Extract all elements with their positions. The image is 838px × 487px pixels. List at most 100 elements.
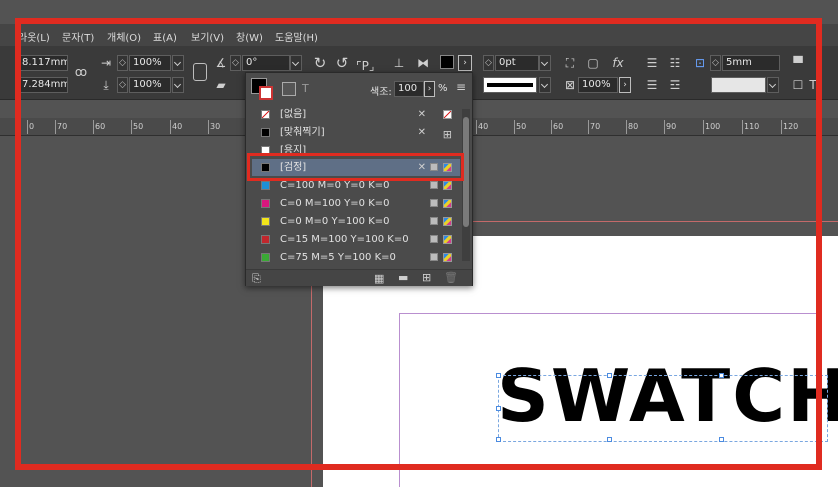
scale-x-stepper[interactable]: ◇ bbox=[117, 55, 128, 71]
menu-table[interactable]: 표(A) bbox=[153, 29, 177, 44]
frame-handle[interactable] bbox=[607, 437, 612, 442]
opacity-field[interactable]: 100% bbox=[578, 77, 618, 93]
stroke-weight-field[interactable]: 0pt bbox=[495, 55, 539, 71]
style-picker[interactable] bbox=[711, 77, 766, 93]
y-position-field[interactable]: 7.284mm bbox=[18, 77, 68, 93]
non-editable-icon: ✕ bbox=[417, 162, 426, 173]
swatches-panel: T 색조: 100 › % ≡ [없음] ✕ [맞춰찍기] ✕ ⊞ [용지] [… bbox=[245, 72, 473, 286]
swatch-row-none[interactable]: [없음] ✕ bbox=[252, 106, 460, 123]
effects-icon[interactable]: fx bbox=[610, 55, 626, 71]
menu-bar: 라옷(L) 문자(T) 개체(O) 표(A) 보기(V) 창(W) 도움말(H) bbox=[0, 24, 838, 46]
style-dropdown[interactable] bbox=[767, 77, 779, 93]
fill-color-swatch[interactable] bbox=[440, 55, 454, 69]
gap-field[interactable]: 5mm bbox=[722, 55, 780, 71]
cmyk-mode-icon bbox=[443, 217, 452, 226]
stroke-type-dropdown[interactable] bbox=[539, 77, 551, 93]
indesign-window: 라옷(L) 문자(T) 개체(O) 표(A) 보기(V) 창(W) 도움말(H)… bbox=[0, 0, 838, 487]
swatches-scrollbar[interactable] bbox=[462, 109, 470, 261]
opacity-arrow-button[interactable]: › bbox=[619, 77, 631, 93]
formatting-text-icon[interactable]: T bbox=[302, 82, 309, 95]
ruler-tick: 40 bbox=[478, 122, 489, 131]
tint-field[interactable]: 100 bbox=[394, 81, 424, 97]
swatch-row-magenta[interactable]: C=0 M=100 Y=0 K=0 bbox=[252, 195, 460, 212]
scale-y-field[interactable]: 100% bbox=[129, 77, 171, 93]
none-swatch-icon bbox=[261, 110, 270, 119]
swatch-row-registration[interactable]: [맞춰찍기] ✕ ⊞ bbox=[252, 124, 460, 141]
stack-icon[interactable]: ▀ bbox=[791, 55, 805, 71]
spacing-icon: ⊡ bbox=[694, 56, 706, 70]
stroke-swatch[interactable] bbox=[259, 86, 273, 100]
flip-horizontal-icon[interactable]: ⧓ bbox=[414, 55, 432, 71]
scale-x-dropdown[interactable] bbox=[172, 55, 184, 71]
new-swatch-icon[interactable]: ⊞ bbox=[422, 271, 431, 284]
frame-handle[interactable] bbox=[496, 406, 501, 411]
scale-y-stepper[interactable]: ◇ bbox=[117, 77, 128, 93]
frame-handle[interactable] bbox=[607, 373, 612, 378]
align-bottom-icon[interactable]: ☰ bbox=[645, 77, 659, 93]
scrollbar-thumb[interactable] bbox=[463, 117, 469, 227]
type-icon[interactable]: T bbox=[806, 77, 820, 93]
menu-view[interactable]: 보기(V) bbox=[191, 29, 224, 44]
rotate-cw-icon[interactable]: ↻ bbox=[312, 55, 328, 71]
swatch-view-icon[interactable]: ▦ bbox=[374, 272, 384, 285]
none-type-icon bbox=[443, 110, 452, 119]
frame-handle[interactable] bbox=[496, 437, 501, 442]
formatting-container-button[interactable] bbox=[282, 82, 296, 96]
show-swatch-kinds-icon[interactable]: ⎘ bbox=[252, 272, 261, 286]
scale-y-dropdown[interactable] bbox=[172, 77, 184, 93]
align-top-icon[interactable]: ☰ bbox=[645, 55, 659, 71]
frame-handle[interactable] bbox=[719, 437, 724, 442]
swatch-row-red[interactable]: C=15 M=100 Y=100 K=0 bbox=[252, 231, 460, 248]
scale-x-field[interactable]: 100% bbox=[129, 55, 171, 71]
registration-swatch-icon bbox=[261, 128, 270, 137]
distribute-icon[interactable]: ☲ bbox=[668, 77, 682, 93]
tint-arrow-button[interactable]: › bbox=[424, 81, 435, 97]
menu-object[interactable]: 개체(O) bbox=[107, 29, 141, 44]
cmyk-mode-icon bbox=[443, 181, 452, 190]
ruler-tick: 70 bbox=[590, 122, 601, 131]
process-color-icon bbox=[430, 253, 438, 261]
align-center-icon[interactable]: ☷ bbox=[668, 55, 682, 71]
frame-handle[interactable] bbox=[496, 373, 501, 378]
ruler-tick: 50 bbox=[133, 122, 144, 131]
new-color-group-icon[interactable]: ▬ bbox=[398, 271, 408, 284]
ruler-tick: 110 bbox=[744, 122, 760, 131]
rotation-angle-field[interactable]: 0° bbox=[242, 55, 290, 71]
x-position-field[interactable]: 8.117mm bbox=[18, 55, 68, 71]
stroke-weight-stepper[interactable]: ◇ bbox=[483, 55, 494, 71]
delete-swatch-icon[interactable]: 🗑 bbox=[444, 271, 458, 284]
gap-stepper[interactable]: ◇ bbox=[710, 55, 721, 71]
swatch-row-cyan[interactable]: C=100 M=0 Y=0 K=0 bbox=[252, 177, 460, 194]
stroke-type-picker[interactable] bbox=[483, 77, 537, 93]
non-editable-icon: ✕ bbox=[417, 109, 426, 120]
flip-vertical-icon[interactable]: ⊥ bbox=[392, 55, 406, 71]
swatch-row-green[interactable]: C=75 M=5 Y=100 K=0 bbox=[252, 249, 460, 266]
menu-layout[interactable]: 라옷(L) bbox=[18, 29, 50, 44]
frame-handle[interactable] bbox=[719, 373, 724, 378]
menu-type[interactable]: 문자(T) bbox=[62, 29, 94, 44]
stroke-weight-dropdown[interactable] bbox=[539, 55, 551, 71]
angle-stepper[interactable]: ◇ bbox=[230, 55, 241, 71]
swatch-row-yellow[interactable]: C=0 M=0 Y=100 K=0 bbox=[252, 213, 460, 230]
cyan-swatch-icon bbox=[261, 181, 270, 190]
menu-window[interactable]: 창(W) bbox=[236, 29, 263, 44]
menu-help[interactable]: 도움말(H) bbox=[275, 29, 318, 44]
fill-arrow-button[interactable]: › bbox=[458, 55, 472, 71]
panel-footer: ⎘ ▦ ▬ ⊞ 🗑 bbox=[246, 269, 472, 286]
link-icon[interactable]: ꝏ bbox=[74, 64, 88, 80]
panel-menu-icon[interactable]: ≡ bbox=[456, 80, 466, 94]
red-swatch-icon bbox=[261, 235, 270, 244]
angle-dropdown[interactable] bbox=[290, 55, 302, 71]
swatch-row-black[interactable]: [검정] ✕ bbox=[252, 159, 460, 176]
frame-fitting-icon[interactable]: ⛶ bbox=[563, 55, 577, 71]
constrain-proportions-button[interactable] bbox=[193, 63, 207, 81]
rotate-angle-icon: ∡ bbox=[215, 56, 227, 70]
checkbox-icon[interactable]: ☐ bbox=[791, 77, 805, 93]
cmyk-mode-icon bbox=[443, 163, 452, 172]
swatch-row-paper[interactable]: [용지] bbox=[252, 142, 460, 159]
selected-text-frame[interactable] bbox=[496, 373, 828, 442]
square-icon[interactable]: ▢ bbox=[586, 55, 600, 71]
rotate-ccw-icon[interactable]: ↺ bbox=[334, 55, 350, 71]
ruler-tick: 40 bbox=[172, 122, 183, 131]
cmyk-mode-icon bbox=[443, 253, 452, 262]
